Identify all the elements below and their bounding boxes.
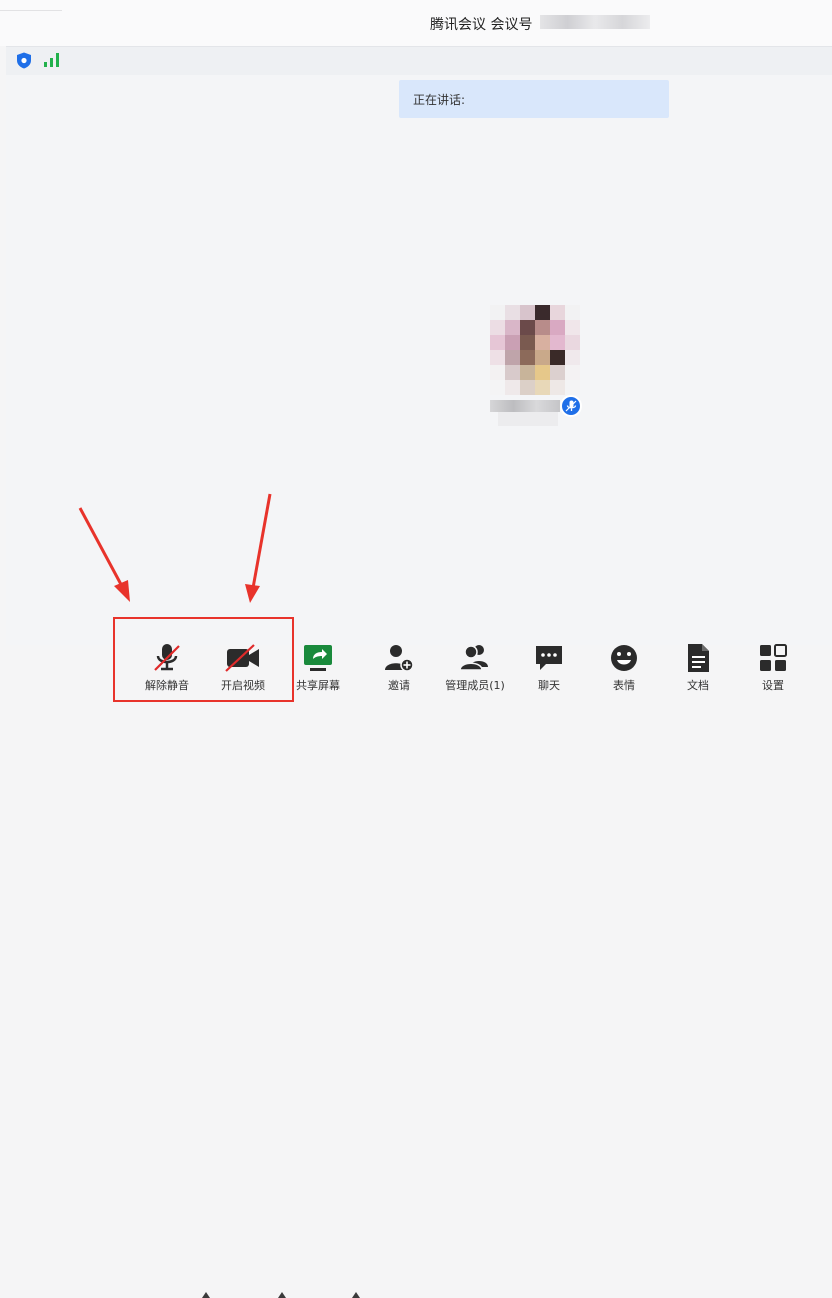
participant-name-mask — [490, 400, 560, 412]
share-screen-icon — [304, 645, 332, 671]
emoji-icon — [611, 645, 637, 671]
reactions-label: 表情 — [613, 679, 635, 692]
window-title: 腾讯会议 会议号 — [430, 17, 533, 33]
reactions-button[interactable]: 表情 — [589, 640, 659, 697]
shield-icon[interactable] — [16, 52, 32, 69]
status-bar — [6, 46, 832, 76]
video-stage — [6, 75, 832, 645]
audio-options-caret[interactable] — [202, 1292, 210, 1298]
document-icon — [688, 644, 709, 672]
chat-label: 聊天 — [538, 679, 560, 692]
members-icon — [459, 645, 488, 671]
manage-members-button[interactable]: 管理成员(1) — [440, 640, 510, 697]
window-corner — [0, 0, 62, 11]
chat-button[interactable]: 聊天 — [514, 640, 584, 697]
chat-icon — [536, 646, 562, 670]
documents-label: 文档 — [687, 679, 709, 692]
invite-label: 邀请 — [388, 679, 410, 692]
annotation-highlight-box — [113, 617, 294, 702]
speaking-label: 正在讲话: — [413, 93, 466, 107]
title-bar: 腾讯会议 会议号 — [0, 0, 832, 46]
avatar[interactable] — [490, 305, 580, 395]
manage-members-label: 管理成员(1) — [445, 679, 505, 692]
share-options-caret[interactable] — [352, 1292, 360, 1298]
signal-icon[interactable] — [42, 52, 64, 68]
microphone-icon — [560, 395, 582, 417]
meeting-id-mask — [540, 15, 650, 29]
grid-settings-icon — [760, 644, 787, 671]
video-options-caret[interactable] — [278, 1292, 286, 1298]
settings-label: 设置 — [762, 679, 784, 692]
participant-name-fade — [498, 412, 558, 426]
invite-button[interactable]: 邀请 — [364, 640, 434, 697]
speaking-banner: 正在讲话: — [399, 80, 669, 118]
add-user-icon — [385, 645, 414, 672]
documents-button[interactable]: 文档 — [663, 640, 733, 697]
settings-button[interactable]: 设置 — [738, 640, 808, 697]
